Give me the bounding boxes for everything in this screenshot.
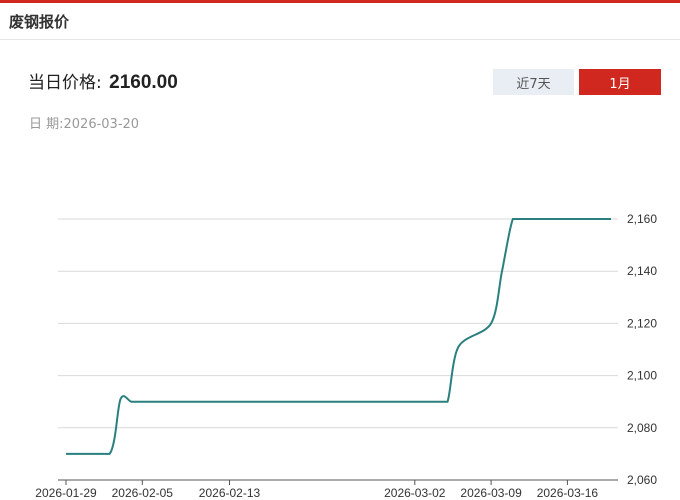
price-series-line bbox=[66, 217, 611, 455]
y-tick-label: 2,100 bbox=[627, 369, 657, 383]
y-tick-label: 2,120 bbox=[627, 316, 657, 330]
x-tick-label: 2026-02-05 bbox=[112, 486, 174, 500]
x-tick-label: 2026-02-13 bbox=[199, 486, 261, 500]
x-tick-label: 2026-03-09 bbox=[460, 486, 522, 500]
y-tick-label: 2,060 bbox=[627, 473, 657, 487]
y-tick-label: 2,140 bbox=[627, 264, 657, 278]
y-tick-label: 2,160 bbox=[627, 212, 657, 226]
x-tick-label: 2026-03-02 bbox=[384, 486, 446, 500]
x-tick-label: 2026-01-29 bbox=[35, 486, 97, 500]
price-line-chart: 2,060 2,080 2,100 2,120 2,140 2,160 2026-01-29… bbox=[35, 212, 657, 500]
y-tick-label: 2,080 bbox=[627, 421, 657, 435]
x-tick-label: 2026-03-16 bbox=[537, 486, 599, 500]
